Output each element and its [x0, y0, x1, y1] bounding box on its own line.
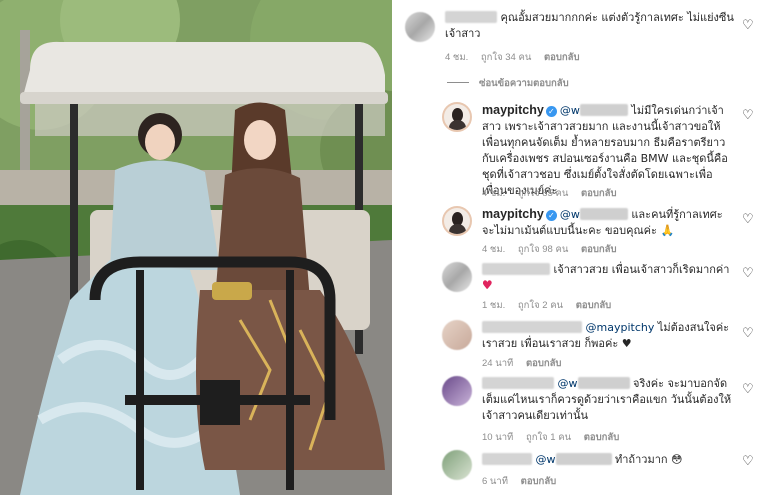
comment-likes[interactable]: ถูกใจ 2 คน: [518, 300, 563, 311]
comment-text-block: w คุณอั้มสวยมากกกค่ะ แต่งตัวรู้กาลเทศะ ไ…: [445, 10, 735, 42]
reply-button[interactable]: ตอบกลับ: [584, 432, 620, 443]
comment-likes[interactable]: ถูกใจ 1 คน: [526, 432, 571, 443]
username-blurred[interactable]: [445, 11, 497, 23]
comment-meta: 1 ชม. ถูกใจ 2 คน ตอบกลับ: [482, 298, 621, 313]
username-blurred[interactable]: [482, 453, 532, 465]
comment-text: เจ้าสาวสวย เพื่อนเจ้าสาวก็เริดมากค่า: [553, 263, 730, 276]
reply-button[interactable]: ตอบกลับ: [581, 244, 617, 255]
heart-outline-icon[interactable]: ♡: [742, 454, 754, 469]
reply-button[interactable]: ตอบกลับ: [581, 188, 617, 199]
comment-text-block: @maypitchy ไม่ต้องสนใจค่ะ เราสวย เพื่อนเ…: [482, 320, 737, 352]
comment-time: 24 นาที: [482, 358, 514, 369]
comment-time: 6 นาที: [482, 476, 509, 487]
mention-blurred: [579, 208, 628, 220]
comment-time: 4 ชม.: [482, 244, 506, 255]
comment-text-block: @w จริงค่ะ จะมาบอกจัดเต็มแค่ไหนเราก็ควรด…: [482, 376, 737, 424]
username-blurred[interactable]: [482, 321, 582, 333]
heart-outline-icon[interactable]: ♡: [742, 108, 754, 123]
avatar[interactable]: [442, 320, 472, 350]
divider-line: [447, 82, 469, 83]
comment-text-block: @w ทำถ้าวมาก 😳: [482, 452, 737, 468]
comment-meta: 4 ชม. ถูกใจ 85 คน ตอบกลับ: [482, 186, 626, 201]
comment-meta: 6 นาที ตอบกลับ: [482, 474, 566, 489]
username-blurred[interactable]: [482, 263, 550, 275]
reply-button[interactable]: ตอบกลับ: [526, 358, 562, 369]
reply-button[interactable]: ตอบกลับ: [544, 52, 580, 63]
comment-text: ทำถ้าวมาก 😳: [615, 453, 683, 466]
heart-outline-icon[interactable]: ♡: [742, 212, 754, 227]
mention-blurred: [579, 104, 628, 116]
mention-link[interactable]: @w: [560, 104, 580, 117]
heart-outline-icon[interactable]: ♡: [742, 382, 754, 397]
verified-badge-icon: ✓: [545, 210, 557, 221]
reply-button[interactable]: ตอบกลับ: [521, 476, 557, 487]
post-photo: [0, 0, 392, 495]
heart-outline-icon[interactable]: ♡: [742, 326, 754, 341]
username-blurred[interactable]: [482, 377, 554, 389]
comment-meta: 4 ชม. ถูกใจ 34 คน ตอบกลับ: [445, 50, 589, 65]
avatar[interactable]: [405, 12, 435, 42]
reply-button[interactable]: ตอบกลับ: [576, 300, 612, 311]
hide-replies-button[interactable]: ซ่อนข้อความตอบกลับ: [447, 76, 569, 91]
mention-link[interactable]: @w: [536, 453, 556, 466]
avatar[interactable]: [442, 376, 472, 406]
mention-link[interactable]: @maypitchy: [586, 321, 655, 334]
mention-link[interactable]: @w: [560, 208, 580, 221]
comment-text-block: maypitchy ✓ @w และคนที่รู้กาลเทศะ จะไม่มาเ…: [482, 206, 734, 239]
mention-blurred: [577, 377, 630, 389]
heart-outline-icon[interactable]: ♡: [742, 266, 754, 281]
comment-time: 4 ชม.: [445, 52, 469, 63]
comment-time: 1 ชม.: [482, 300, 506, 311]
comment-likes[interactable]: ถูกใจ 85 คน: [518, 188, 568, 199]
comment-username[interactable]: maypitchy: [482, 103, 544, 117]
avatar[interactable]: [442, 206, 472, 236]
heart-emoji-icon: ♥: [482, 278, 493, 292]
comment-time: 4 ชม.: [482, 188, 506, 199]
comment-time: 10 นาที: [482, 432, 514, 443]
verified-badge-icon: ✓: [545, 106, 557, 117]
mention-blurred: [555, 453, 612, 465]
avatar[interactable]: [442, 262, 472, 292]
comment-username[interactable]: maypitchy: [482, 207, 544, 221]
comment-meta: 24 นาที ตอบกลับ: [482, 356, 571, 371]
comment-text-block: เจ้าสาวสวย เพื่อนเจ้าสาวก็เริดมากค่า ♥: [482, 262, 737, 294]
mention-link[interactable]: @w: [558, 377, 578, 390]
comments-panel: w คุณอั้มสวยมากกกค่ะ แต่งตัวรู้กาลเทศะ ไ…: [392, 0, 759, 495]
comment-meta: 10 นาที ถูกใจ 1 คน ตอบกลับ: [482, 430, 629, 445]
comment-text: ไม่มีใครเด่นกว่าเจ้าสาว เพราะเจ้าสาวสวยม…: [482, 104, 728, 197]
comment-meta: 4 ชม. ถูกใจ 98 คน ตอบกลับ: [482, 242, 626, 257]
comment-likes[interactable]: ถูกใจ 34 คน: [481, 52, 531, 63]
avatar[interactable]: [442, 102, 472, 132]
comment-text-block: maypitchy ✓ @w ไม่มีใครเด่นกว่าเจ้าสาว เพร…: [482, 102, 734, 199]
photo-illustration: [0, 0, 392, 495]
heart-outline-icon[interactable]: ♡: [742, 18, 754, 33]
avatar[interactable]: [442, 450, 472, 480]
hide-replies-label: ซ่อนข้อความตอบกลับ: [479, 78, 569, 89]
comment-likes[interactable]: ถูกใจ 98 คน: [518, 244, 568, 255]
